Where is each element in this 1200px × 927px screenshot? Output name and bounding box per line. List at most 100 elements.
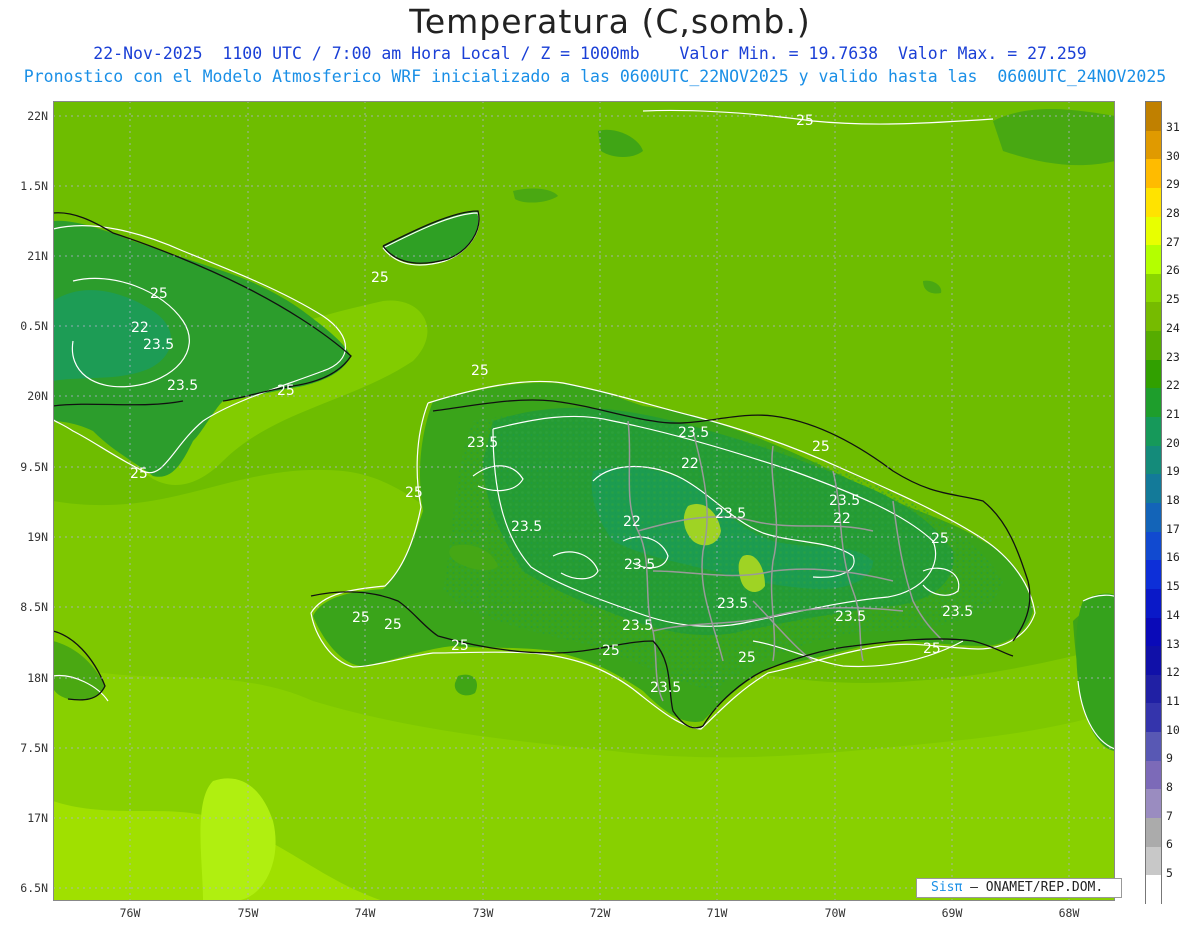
colorbar-label: 22 [1166,378,1180,392]
colorbar-label: 20 [1166,436,1180,450]
colorbar [1145,101,1162,904]
colorbar-label: 9 [1166,751,1173,765]
contour-label: 22 [681,456,699,472]
colorbar-label: 29 [1166,177,1180,191]
colorbar-label: 28 [1166,206,1180,220]
colorbar-label: 25 [1166,292,1180,306]
lon-label: 75W [237,906,259,920]
contour-label: 25 [796,113,814,129]
contour-label: 23.5 [467,435,498,451]
colorbar-label: 24 [1166,321,1180,335]
colorbar-swatch [1146,359,1161,389]
temperature-map: 25 25 25 22 23.5 23.5 25 25 25 23.5 25 2… [53,101,1115,901]
colorbar-swatch [1146,388,1161,418]
colorbar-label: 21 [1166,407,1180,421]
contour-label: 25 [130,466,148,482]
contour-label: 25 [471,363,489,379]
lat-label: 21N [27,249,48,263]
lat-label: 20N [27,389,48,403]
contour-label: 25 [923,641,941,657]
colorbar-label: 14 [1166,608,1180,622]
lat-label: 6.5N [20,881,48,895]
colorbar-label: 23 [1166,350,1180,364]
colorbar-label: 13 [1166,637,1180,651]
colorbar-swatch [1146,216,1161,246]
contour-label: 23.5 [511,519,542,535]
credit-text: – ONAMET/REP.DOM. [970,880,1104,895]
contour-label: 25 [931,531,949,547]
colorbar-swatch [1146,760,1161,790]
lat-label: 9.5N [20,460,48,474]
subtitle-valid-time: 22-Nov-2025 1100 UTC / 7:00 am Hora Loca… [93,44,1087,63]
colorbar-swatch [1146,445,1161,475]
credit-box: Sisπ – ONAMET/REP.DOM. [916,878,1122,898]
contour-label: 22 [131,320,149,336]
contour-label: 22 [833,511,851,527]
contour-label: 23.5 [622,618,653,634]
lon-label: 70W [824,906,846,920]
colorbar-label: 5 [1166,866,1173,880]
contour-label: 23.5 [829,493,860,509]
subtitle-model-info: Pronostico con el Modelo Atmosferico WRF… [23,67,1167,86]
colorbar-swatch [1146,159,1161,188]
colorbar-swatch [1146,531,1161,561]
sispi-logo-text: Sisπ [931,880,963,895]
colorbar-label: 31 [1166,120,1180,134]
lon-label: 71W [706,906,728,920]
lon-label: 73W [472,906,494,920]
colorbar-swatch [1146,646,1161,675]
contour-label: 25 [738,650,756,666]
contour-label: 23.5 [167,378,198,394]
colorbar-label: 19 [1166,464,1180,478]
contour-label: 23.5 [650,680,681,696]
colorbar-label: 18 [1166,493,1180,507]
contour-label: 25 [371,270,389,286]
map-canvas: 25 25 25 22 23.5 23.5 25 25 25 23.5 25 2… [53,101,1115,901]
lat-label: 17N [27,811,48,825]
colorbar-label: 17 [1166,522,1180,536]
contour-label: 23.5 [717,596,748,612]
colorbar-label: 15 [1166,579,1180,593]
lon-label: 69W [941,906,963,920]
lat-label: 18N [27,671,48,685]
contour-label: 22 [623,514,641,530]
contour-label: 25 [405,485,423,501]
lon-label: 76W [119,906,141,920]
colorbar-label: 26 [1166,263,1180,277]
contour-label: 23.5 [678,425,709,441]
colorbar-label: 30 [1166,149,1180,163]
contour-label: 23.5 [715,506,746,522]
colorbar-label: 7 [1166,809,1173,823]
lon-label: 74W [354,906,376,920]
chart-title: Temperatura (C,somb.) [409,2,811,41]
colorbar-swatch [1146,732,1161,761]
contour-label: 25 [277,383,295,399]
colorbar-swatch [1146,102,1161,131]
colorbar-swatch [1146,560,1161,589]
contour-label: 23.5 [143,337,174,353]
colorbar-label: 27 [1166,235,1180,249]
colorbar-label: 6 [1166,837,1173,851]
contour-label: 23.5 [624,557,655,573]
lat-label: 1.5N [20,179,48,193]
colorbar-label: 10 [1166,723,1180,737]
contour-label: 23.5 [942,604,973,620]
colorbar-swatch [1146,789,1161,819]
lat-label: 7.5N [20,741,48,755]
contour-label: 25 [812,439,830,455]
contour-label: 25 [352,610,370,626]
colorbar-swatch [1146,417,1161,446]
colorbar-swatch [1146,273,1161,303]
colorbar-swatch [1146,331,1161,360]
contour-label: 25 [384,617,402,633]
contour-label: 25 [602,643,620,659]
lat-label: 19N [27,530,48,544]
lon-label: 72W [589,906,611,920]
colorbar-swatch [1146,875,1161,904]
contour-label: 23.5 [835,609,866,625]
colorbar-swatch [1146,703,1161,733]
lon-label: 68W [1058,906,1080,920]
colorbar-label: 16 [1166,550,1180,564]
colorbar-label: 12 [1166,665,1180,679]
colorbar-swatch [1146,130,1161,160]
